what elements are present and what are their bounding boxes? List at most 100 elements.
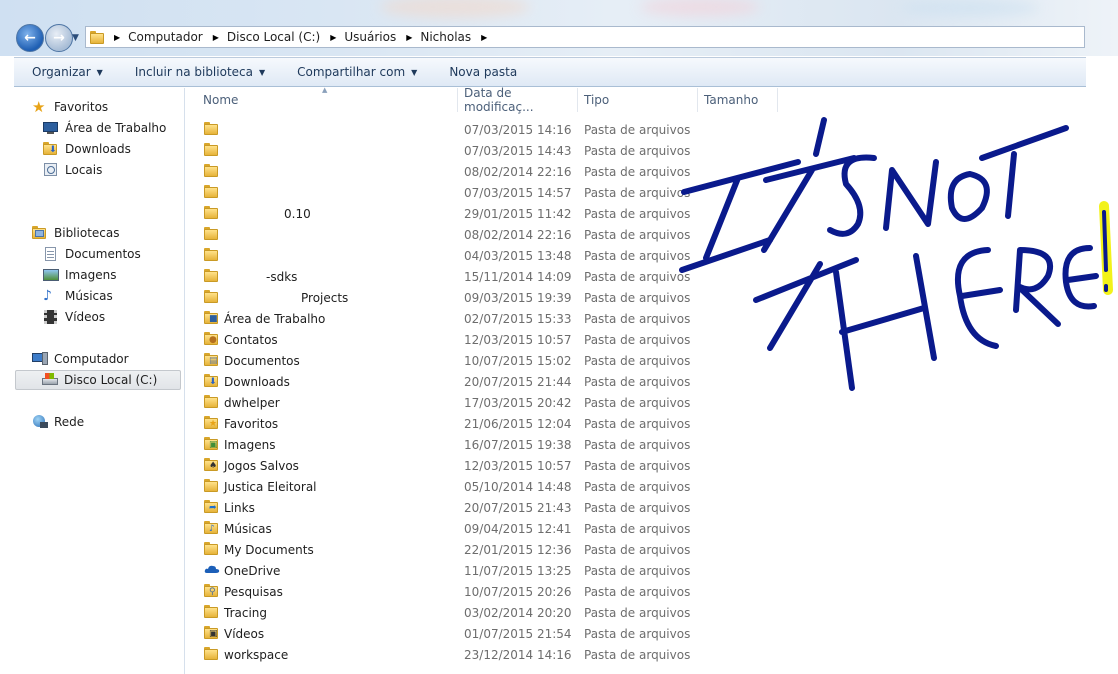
file-name: Justica Eleitoral (224, 479, 317, 494)
new-folder-button[interactable]: Nova pasta (449, 65, 517, 79)
folder-icon (204, 542, 218, 555)
file-type: Pasta de arquivos (584, 542, 691, 557)
file-name: -sdks (266, 269, 298, 284)
nav-videos[interactable]: Vídeos (43, 307, 105, 327)
file-date: 03/02/2014 20:20 (464, 605, 572, 620)
file-row[interactable]: workspace 23/12/2014 14:16 Pasta de arquiv… (200, 644, 700, 665)
sort-ascending-icon: ▲ (322, 86, 328, 94)
nav-desktop[interactable]: Área de Trabalho (43, 118, 166, 138)
file-row[interactable]: ⬇ Downloads 20/07/2015 21:44 Pasta de arqui… (200, 371, 700, 392)
back-button[interactable]: ← (16, 24, 44, 52)
desktop-icon (43, 121, 59, 135)
file-row[interactable]: ▣ Imagens 16/07/2015 19:38 Pasta de arquivo… (200, 434, 700, 455)
back-arrow-icon: ← (24, 30, 36, 46)
file-row[interactable]: 07/03/2015 14:16 Pasta de arquivos (200, 119, 700, 140)
nav-network[interactable]: Rede (32, 412, 84, 432)
file-type: Pasta de arquivos (584, 605, 691, 620)
address-bar[interactable]: ▶ Computador ▶ Disco Local (C:) ▶ Usuári… (85, 26, 1085, 48)
file-date: 20/07/2015 21:44 (464, 374, 572, 389)
favorites-folder-icon: ★ (204, 416, 218, 429)
file-date: 10/07/2015 15:02 (464, 353, 572, 368)
nav-local-disk[interactable]: Disco Local (C:) (15, 370, 181, 390)
organize-button[interactable]: Organizar ▼ (32, 65, 103, 79)
file-date: 02/07/2015 15:33 (464, 311, 572, 326)
file-row[interactable]: 0.10 29/01/2015 11:42 Pasta de arquivos (200, 203, 700, 224)
music-folder-icon: ♪ (204, 521, 218, 534)
file-type: Pasta de arquivos (584, 647, 691, 662)
breadcrumb-users[interactable]: Usuários (344, 30, 396, 44)
file-row[interactable]: Justica Eleitoral 05/10/2014 14:48 Pasta d… (200, 476, 700, 497)
file-row[interactable]: ♠ Jogos Salvos 12/03/2015 10:57 Pasta de ar… (200, 455, 700, 476)
chevron-right-icon[interactable]: ▶ (481, 33, 487, 42)
nav-libraries[interactable]: Bibliotecas (32, 223, 119, 243)
file-row[interactable]: ♪ Músicas 09/04/2015 12:41 Pasta de arquivo… (200, 518, 700, 539)
folder-icon (204, 164, 218, 177)
chevron-right-icon[interactable]: ▶ (330, 33, 336, 42)
recent-pages-dropdown[interactable]: ▼ (72, 33, 79, 43)
file-row[interactable]: ➦ Links 20/07/2015 21:43 Pasta de arquivos (200, 497, 700, 518)
file-date: 12/03/2015 10:57 (464, 458, 572, 473)
file-row[interactable]: OneDrive 11/07/2015 13:25 Pasta de arquivo… (200, 560, 700, 581)
background-blur (900, 0, 1040, 16)
share-with-label: Compartilhar com (297, 65, 406, 79)
column-header-date[interactable]: Data de modificaç... (458, 86, 578, 114)
file-date: 08/02/2014 22:16 (464, 164, 572, 179)
chevron-right-icon[interactable]: ▶ (406, 33, 412, 42)
forward-button[interactable]: → (45, 24, 73, 52)
column-type-label: Tipo (584, 93, 610, 107)
file-name: Projects (301, 290, 349, 305)
breadcrumb-local-disk[interactable]: Disco Local (C:) (227, 30, 320, 44)
chevron-right-icon[interactable]: ▶ (114, 33, 120, 42)
file-row[interactable]: Tracing 03/02/2014 20:20 Pasta de arquivos (200, 602, 700, 623)
file-row[interactable]: ▣ Vídeos 01/07/2015 21:54 Pasta de arquivos (200, 623, 700, 644)
nav-music[interactable]: ♪ Músicas (43, 286, 113, 306)
nav-music-label: Músicas (65, 289, 113, 303)
file-row[interactable]: ■ Área de Trabalho 02/07/2015 15:33 Pasta d… (200, 308, 700, 329)
file-row[interactable]: 07/03/2015 14:43 Pasta de arquivos (200, 140, 700, 161)
file-row[interactable]: 08/02/2014 22:16 Pasta de arquivos (200, 224, 700, 245)
file-date: 16/07/2015 19:38 (464, 437, 572, 452)
videos-folder-icon: ▣ (204, 626, 218, 639)
file-row[interactable]: -sdks 15/11/2014 14:09 Pasta de arquivos (200, 266, 700, 287)
file-name: Favoritos (224, 416, 279, 431)
file-row[interactable]: 07/03/2015 14:57 Pasta de arquivos (200, 182, 700, 203)
file-row[interactable]: 04/03/2015 13:48 Pasta de arquivos (200, 245, 700, 266)
file-row[interactable]: My Documents 22/01/2015 12:36 Pasta de arq… (200, 539, 700, 560)
file-date: 23/12/2014 14:16 (464, 647, 572, 662)
nav-images-label: Imagens (65, 268, 117, 282)
nav-places[interactable]: Locais (43, 160, 102, 180)
nav-computer[interactable]: Computador (32, 349, 129, 369)
nav-favorites[interactable]: ★ Favoritos (32, 97, 108, 117)
file-row[interactable]: 08/02/2014 22:16 Pasta de arquivos (200, 161, 700, 182)
breadcrumb-computer[interactable]: Computador (128, 30, 203, 44)
folder-icon (204, 479, 218, 492)
file-date: 10/07/2015 20:26 (464, 584, 572, 599)
nav-videos-label: Vídeos (65, 310, 106, 324)
breadcrumb-nicholas[interactable]: Nicholas (420, 30, 471, 44)
include-library-button[interactable]: Incluir na biblioteca ▼ (135, 65, 265, 79)
downloads-folder-icon: ⬇ (43, 142, 59, 156)
file-row[interactable]: ★ Favoritos 21/06/2015 12:04 Pasta de arqui… (200, 413, 700, 434)
file-row[interactable]: Projects 09/03/2015 19:39 Pasta de arquivo… (200, 287, 700, 308)
file-row[interactable]: ▤ Documentos 10/07/2015 15:02 Pasta de arqu… (200, 350, 700, 371)
desktop-folder-icon: ■ (204, 311, 218, 324)
nav-libraries-label: Bibliotecas (54, 226, 120, 240)
hard-drive-icon (42, 373, 58, 387)
music-note-icon: ♪ (43, 288, 52, 304)
file-type: Pasta de arquivos (584, 479, 691, 494)
nav-images[interactable]: Imagens (43, 265, 116, 285)
chevron-right-icon[interactable]: ▶ (213, 33, 219, 42)
links-folder-icon: ➦ (204, 500, 218, 513)
file-date: 21/06/2015 12:04 (464, 416, 572, 431)
file-name: Área de Trabalho (224, 311, 326, 326)
column-header-name[interactable]: Nome (197, 88, 458, 112)
share-with-button[interactable]: Compartilhar com ▼ (297, 65, 417, 79)
file-row[interactable]: ● Contatos 12/03/2015 10:57 Pasta de arquiv… (200, 329, 700, 350)
handwritten-annotation (679, 117, 1113, 391)
file-name: 0.10 (284, 206, 311, 221)
nav-documents[interactable]: Documentos (43, 244, 141, 264)
libraries-icon (32, 226, 48, 240)
file-row[interactable]: dwhelper 17/03/2015 20:42 Pasta de arquivo… (200, 392, 700, 413)
nav-downloads[interactable]: ⬇ Downloads (43, 139, 131, 159)
file-row[interactable]: ⚲ Pesquisas 10/07/2015 20:26 Pasta de arqui… (200, 581, 700, 602)
